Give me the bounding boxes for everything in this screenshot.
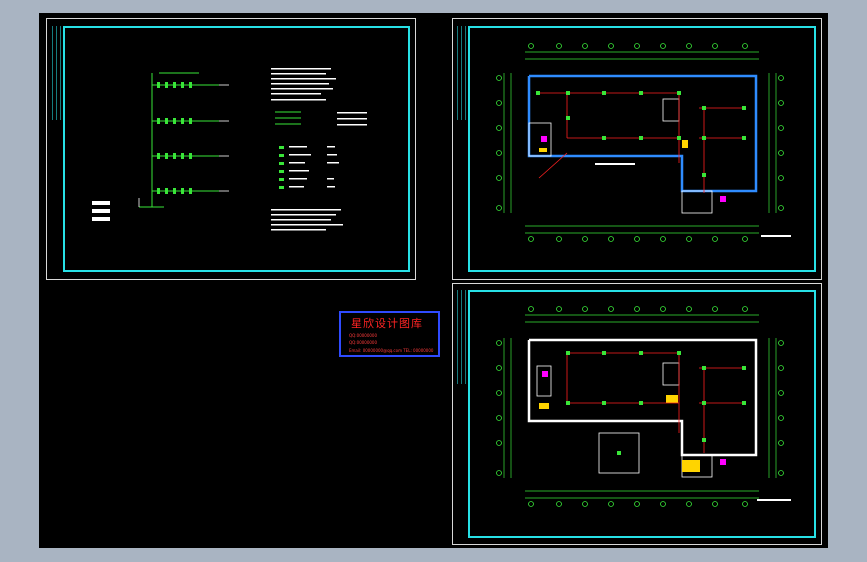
logo-line-1: QQ:00000000 <box>349 333 378 338</box>
toolbar-area <box>0 0 867 13</box>
cad-drawing-canvas[interactable]: 星欣设计图库 QQ:00000000 QQ:00000000 Email: 00… <box>39 13 828 548</box>
floor-plan-lower-drawing <box>496 306 791 507</box>
logo-line-3: Email: 00000000@qq.com TEL: 00000000 <box>349 348 434 353</box>
watermark-logo: 星欣设计图库 QQ:00000000 QQ:00000000 Email: 00… <box>339 311 440 357</box>
logo-title: 星欣设计图库 <box>351 317 423 330</box>
logo-line-2: QQ:00000000 <box>349 340 378 345</box>
